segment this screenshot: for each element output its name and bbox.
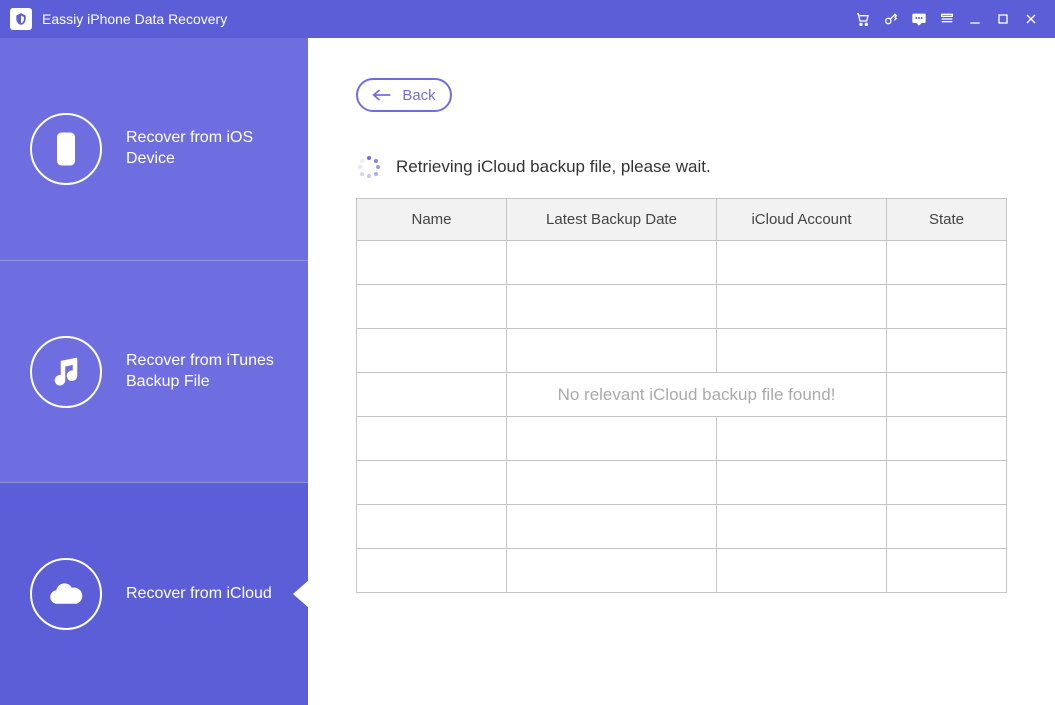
table-row: No relevant iCloud backup file found! bbox=[357, 373, 1007, 417]
app-logo bbox=[10, 8, 32, 30]
table-row bbox=[357, 285, 1007, 329]
empty-state-message: No relevant iCloud backup file found! bbox=[558, 385, 836, 404]
table-row bbox=[357, 549, 1007, 593]
col-header-account: iCloud Account bbox=[717, 199, 887, 241]
sidebar-item-label: Recover from iCloud bbox=[126, 584, 272, 605]
table-row bbox=[357, 329, 1007, 373]
back-button[interactable]: Back bbox=[356, 78, 452, 112]
close-button[interactable] bbox=[1017, 5, 1045, 33]
music-note-icon bbox=[30, 336, 102, 408]
minimize-button[interactable] bbox=[961, 5, 989, 33]
table-header-row: Name Latest Backup Date iCloud Account S… bbox=[357, 199, 1007, 241]
sidebar-item-label: Recover from iTunes Backup File bbox=[126, 351, 296, 393]
maximize-button[interactable] bbox=[989, 5, 1017, 33]
app-title: Eassiy iPhone Data Recovery bbox=[42, 11, 227, 27]
table-row bbox=[357, 461, 1007, 505]
cart-icon[interactable] bbox=[849, 5, 877, 33]
phone-icon bbox=[30, 113, 102, 185]
col-header-state: State bbox=[887, 199, 1007, 241]
titlebar: Eassiy iPhone Data Recovery bbox=[0, 0, 1055, 38]
back-button-label: Back bbox=[402, 87, 435, 104]
key-icon[interactable] bbox=[877, 5, 905, 33]
main-panel: Back Retrieving iCloud backup file, plea… bbox=[308, 38, 1055, 705]
table-row bbox=[357, 417, 1007, 461]
feedback-icon[interactable] bbox=[905, 5, 933, 33]
table-row bbox=[357, 241, 1007, 285]
sidebar-item-ios-device[interactable]: Recover from iOS Device bbox=[0, 38, 308, 261]
backup-table: Name Latest Backup Date iCloud Account S… bbox=[356, 198, 1007, 593]
sidebar-item-icloud[interactable]: Recover from iCloud bbox=[0, 483, 308, 705]
loading-spinner-icon bbox=[358, 156, 380, 178]
col-header-name: Name bbox=[357, 199, 507, 241]
sidebar-item-label: Recover from iOS Device bbox=[126, 128, 296, 170]
table-row bbox=[357, 505, 1007, 549]
sidebar-item-itunes-backup[interactable]: Recover from iTunes Backup File bbox=[0, 261, 308, 484]
cloud-icon bbox=[30, 558, 102, 630]
col-header-date: Latest Backup Date bbox=[507, 199, 717, 241]
status-message: Retrieving iCloud backup file, please wa… bbox=[396, 157, 711, 177]
menu-icon[interactable] bbox=[933, 5, 961, 33]
sidebar: Recover from iOS Device Recover from iTu… bbox=[0, 38, 308, 705]
